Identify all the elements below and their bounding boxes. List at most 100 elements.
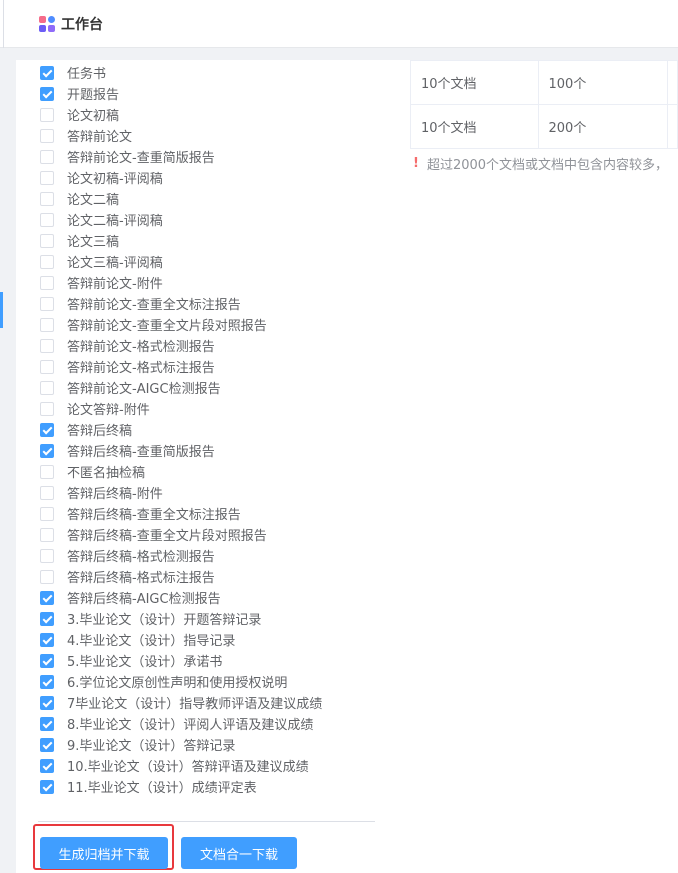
checkbox-checked[interactable] bbox=[40, 716, 54, 731]
checklist-item-label: 答辩后终稿-查重全文片段对照报告 bbox=[67, 529, 267, 544]
checklist-item[interactable]: 论文二稿-评阅稿 bbox=[38, 209, 398, 230]
checklist-item[interactable]: 答辩后终稿-AIGC检测报告 bbox=[38, 587, 398, 608]
checkbox-unchecked[interactable] bbox=[40, 548, 54, 563]
checklist-item[interactable]: 论文初稿-评阅稿 bbox=[38, 167, 398, 188]
checklist-item-label: 答辩前论文 bbox=[67, 130, 133, 145]
checklist-item[interactable]: 7毕业论文（设计）指导教师评语及建议成绩 bbox=[38, 692, 398, 713]
checklist-item[interactable]: 任务书 bbox=[38, 62, 398, 83]
checkbox-unchecked[interactable] bbox=[40, 170, 54, 185]
checkbox-unchecked[interactable] bbox=[40, 380, 54, 395]
table-cell-extra bbox=[667, 104, 678, 149]
checkbox-checked[interactable] bbox=[40, 674, 54, 689]
checklist-item-label: 不匿名抽检稿 bbox=[67, 466, 146, 481]
checklist-item-label: 答辩前论文-附件 bbox=[67, 277, 163, 292]
checkbox-unchecked[interactable] bbox=[40, 401, 54, 416]
checklist-item[interactable]: 论文三稿-评阅稿 bbox=[38, 251, 398, 272]
checklist-item[interactable]: 答辩前论文-查重简版报告 bbox=[38, 146, 398, 167]
checkbox-checked[interactable] bbox=[40, 86, 54, 101]
checkbox-checked[interactable] bbox=[40, 611, 54, 626]
checklist-item[interactable]: 论文三稿 bbox=[38, 230, 398, 251]
checkbox-unchecked[interactable] bbox=[40, 149, 54, 164]
workbench-tab[interactable]: 工作台 bbox=[39, 12, 103, 36]
document-limit-table: 10个文档 100个 10个文档 200个 bbox=[410, 60, 678, 149]
checklist-item[interactable]: 答辩前论文-查重全文标注报告 bbox=[38, 293, 398, 314]
checklist-item[interactable]: 论文二稿 bbox=[38, 188, 398, 209]
checkbox-checked[interactable] bbox=[40, 65, 54, 80]
checkbox-checked[interactable] bbox=[40, 779, 54, 794]
checklist-item-label: 3.毕业论文（设计）开题答辩记录 bbox=[67, 613, 262, 628]
checklist-item-label: 答辩后终稿 bbox=[67, 424, 133, 439]
checklist-item[interactable]: 开题报告 bbox=[38, 83, 398, 104]
checklist-item[interactable]: 答辩后终稿-查重全文片段对照报告 bbox=[38, 524, 398, 545]
checklist-item[interactable]: 答辩后终稿-查重全文标注报告 bbox=[38, 503, 398, 524]
warning-note: ! 超过2000个文档或文档中包含内容较多， bbox=[413, 154, 668, 173]
checklist-item[interactable]: 答辩前论文-AIGC检测报告 bbox=[38, 377, 398, 398]
checklist-item-label: 答辩后终稿-查重全文标注报告 bbox=[67, 508, 241, 523]
generate-archive-button[interactable]: 生成归档并下载 bbox=[40, 837, 168, 869]
checklist-item-label: 论文二稿 bbox=[67, 193, 120, 208]
checklist-item-label: 5.毕业论文（设计）承诺书 bbox=[67, 655, 223, 670]
checklist-item[interactable]: 10.毕业论文（设计）答辩评语及建议成绩 bbox=[38, 755, 398, 776]
checkbox-unchecked[interactable] bbox=[40, 485, 54, 500]
checklist-item[interactable]: 3.毕业论文（设计）开题答辩记录 bbox=[38, 608, 398, 629]
workbench-label: 工作台 bbox=[61, 17, 103, 33]
checkbox-checked[interactable] bbox=[40, 737, 54, 752]
checklist-item[interactable]: 答辩前论文-附件 bbox=[38, 272, 398, 293]
checklist-item-label: 答辩前论文-查重全文标注报告 bbox=[67, 298, 241, 313]
table-cell-docs: 10个文档 bbox=[410, 104, 539, 149]
checkbox-unchecked[interactable] bbox=[40, 527, 54, 542]
checkbox-unchecked[interactable] bbox=[40, 506, 54, 521]
checklist-item[interactable]: 答辩后终稿-格式检测报告 bbox=[38, 545, 398, 566]
checklist-item[interactable]: 4.毕业论文（设计）指导记录 bbox=[38, 629, 398, 650]
checkbox-unchecked[interactable] bbox=[40, 107, 54, 122]
checkbox-checked[interactable] bbox=[40, 443, 54, 458]
checkbox-unchecked[interactable] bbox=[40, 338, 54, 353]
checkbox-unchecked[interactable] bbox=[40, 275, 54, 290]
checkbox-unchecked[interactable] bbox=[40, 212, 54, 227]
checklist-item[interactable]: 答辩前论文-格式检测报告 bbox=[38, 335, 398, 356]
merge-download-button[interactable]: 文档合一下载 bbox=[181, 837, 297, 869]
checkbox-unchecked[interactable] bbox=[40, 296, 54, 311]
checklist-item[interactable]: 论文初稿 bbox=[38, 104, 398, 125]
checklist-item[interactable]: 5.毕业论文（设计）承诺书 bbox=[38, 650, 398, 671]
table-cell-count: 200个 bbox=[537, 104, 669, 149]
checklist-item[interactable]: 答辩后终稿 bbox=[38, 419, 398, 440]
checkbox-unchecked[interactable] bbox=[40, 317, 54, 332]
checkbox-unchecked[interactable] bbox=[40, 191, 54, 206]
checklist-item-label: 6.学位论文原创性声明和使用授权说明 bbox=[67, 676, 288, 691]
checklist-item[interactable]: 9.毕业论文（设计）答辩记录 bbox=[38, 734, 398, 755]
checkbox-checked[interactable] bbox=[40, 422, 54, 437]
checklist-item[interactable]: 答辩后终稿-查重简版报告 bbox=[38, 440, 398, 461]
checklist-item-label: 论文三稿-评阅稿 bbox=[67, 256, 163, 271]
checkbox-checked[interactable] bbox=[40, 590, 54, 605]
checkbox-unchecked[interactable] bbox=[40, 233, 54, 248]
checklist-item[interactable]: 11.毕业论文（设计）成绩评定表 bbox=[38, 776, 398, 797]
checklist-item-label: 答辩前论文-查重简版报告 bbox=[67, 151, 215, 166]
checklist-item-label: 答辩后终稿-附件 bbox=[67, 487, 163, 502]
table-cell-docs: 10个文档 bbox=[410, 60, 539, 105]
checkbox-unchecked[interactable] bbox=[40, 569, 54, 584]
checklist-item[interactable]: 论文答辩-附件 bbox=[38, 398, 398, 419]
warning-text: 超过2000个文档或文档中包含内容较多， bbox=[426, 158, 669, 173]
checklist-item[interactable]: 6.学位论文原创性声明和使用授权说明 bbox=[38, 671, 398, 692]
exclamation-icon: ! bbox=[413, 156, 419, 171]
checkbox-unchecked[interactable] bbox=[40, 128, 54, 143]
checklist-item-label: 答辩后终稿-格式检测报告 bbox=[67, 550, 215, 565]
checkbox-checked[interactable] bbox=[40, 653, 54, 668]
checklist-item[interactable]: 答辩前论文-格式标注报告 bbox=[38, 356, 398, 377]
checkbox-unchecked[interactable] bbox=[40, 464, 54, 479]
checkbox-checked[interactable] bbox=[40, 695, 54, 710]
checklist-item[interactable]: 答辩前论文-查重全文片段对照报告 bbox=[38, 314, 398, 335]
checkbox-checked[interactable] bbox=[40, 758, 54, 773]
table-cell-count: 100个 bbox=[537, 60, 669, 105]
checklist-item-label: 答辩后终稿-AIGC检测报告 bbox=[67, 592, 221, 607]
checklist-item[interactable]: 答辩后终稿-格式标注报告 bbox=[38, 566, 398, 587]
checkbox-unchecked[interactable] bbox=[40, 254, 54, 269]
checkbox-checked[interactable] bbox=[40, 632, 54, 647]
checkbox-unchecked[interactable] bbox=[40, 359, 54, 374]
checklist-item[interactable]: 8.毕业论文（设计）评阅人评语及建议成绩 bbox=[38, 713, 398, 734]
checklist-item-label: 11.毕业论文（设计）成绩评定表 bbox=[67, 781, 257, 796]
checklist-item[interactable]: 不匿名抽检稿 bbox=[38, 461, 398, 482]
checklist-item[interactable]: 答辩前论文 bbox=[38, 125, 398, 146]
checklist-item[interactable]: 答辩后终稿-附件 bbox=[38, 482, 398, 503]
